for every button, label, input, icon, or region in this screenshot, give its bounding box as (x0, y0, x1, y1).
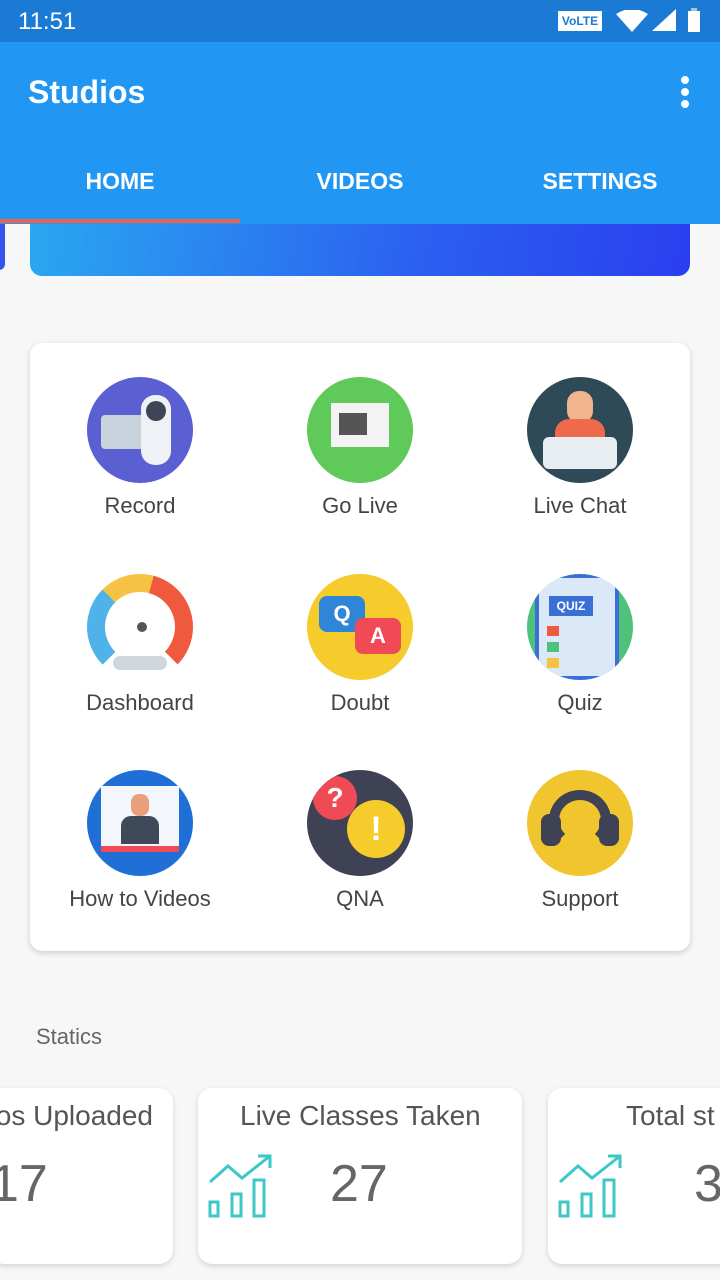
tab-videos[interactable]: VIDEOS (240, 168, 480, 195)
battery-icon (688, 8, 700, 32)
grid-item-doubt[interactable]: QA Doubt (250, 540, 470, 736)
signal-icon (652, 9, 676, 31)
grid-item-label: Live Chat (533, 493, 627, 518)
quiz-icon: QUIZ (527, 574, 633, 680)
tutorial-video-icon (87, 770, 193, 876)
stat-card-live-classes[interactable]: Live Classes Taken 27 (198, 1088, 522, 1264)
stat-card-videos-uploaded[interactable]: os Uploaded 17 (0, 1088, 173, 1264)
grid-item-dashboard[interactable]: Dashboard (30, 540, 250, 736)
statics-heading: Statics (36, 1024, 103, 1049)
grid-item-qna[interactable]: ?! QNA (250, 736, 470, 932)
app-bar: Studios HOME VIDEOS SETTINGS (0, 42, 720, 224)
question-exclamation-icon: ?! (307, 770, 413, 876)
grid-item-label: Dashboard (86, 690, 194, 715)
feature-grid: Record Go Live Live Chat Dashboard QA Do… (30, 343, 690, 951)
grid-item-label: QNA (336, 886, 384, 911)
grid-item-how-to-videos[interactable]: How to Videos (30, 736, 250, 932)
headset-icon (527, 770, 633, 876)
stat-label: os Uploaded (0, 1100, 153, 1131)
qa-bubbles-icon: QA (307, 574, 413, 680)
live-video-icon (307, 377, 413, 483)
clock: 11:51 (18, 8, 77, 35)
status-bar: 11:51 VoLTE (0, 0, 720, 42)
grid-item-label: Quiz (557, 690, 603, 715)
wifi-icon (616, 10, 648, 32)
trend-chart-icon (558, 1154, 622, 1218)
tab-indicator (0, 219, 240, 223)
grid-item-label: Doubt (330, 690, 390, 715)
speedometer-icon (87, 574, 193, 680)
grid-item-live-chat[interactable]: Live Chat (470, 343, 690, 539)
stat-card-total[interactable]: Total st 3 (548, 1088, 720, 1264)
grid-item-label: Go Live (322, 493, 398, 518)
grid-item-label: Support (541, 886, 619, 911)
stat-label: Total st (626, 1100, 715, 1131)
trend-chart-icon (208, 1154, 272, 1218)
grid-item-go-live[interactable]: Go Live (250, 343, 470, 539)
more-options-icon[interactable] (680, 76, 690, 108)
volte-icon: VoLTE (558, 11, 602, 31)
grid-item-label: Record (104, 493, 176, 518)
tab-settings[interactable]: SETTINGS (480, 168, 720, 195)
tab-home[interactable]: HOME (0, 168, 240, 195)
grid-item-record[interactable]: Record (30, 343, 250, 539)
stat-value: 27 (330, 1155, 388, 1213)
grid-item-label: How to Videos (69, 886, 211, 911)
stat-value: 3 (694, 1155, 720, 1213)
stat-value: 17 (0, 1155, 48, 1213)
video-camera-icon (87, 377, 193, 483)
live-chat-icon (527, 377, 633, 483)
grid-item-quiz[interactable]: QUIZ Quiz (470, 540, 690, 736)
grid-item-support[interactable]: Support (470, 736, 690, 932)
app-title: Studios (28, 74, 146, 110)
stat-label: Live Classes Taken (240, 1100, 481, 1131)
